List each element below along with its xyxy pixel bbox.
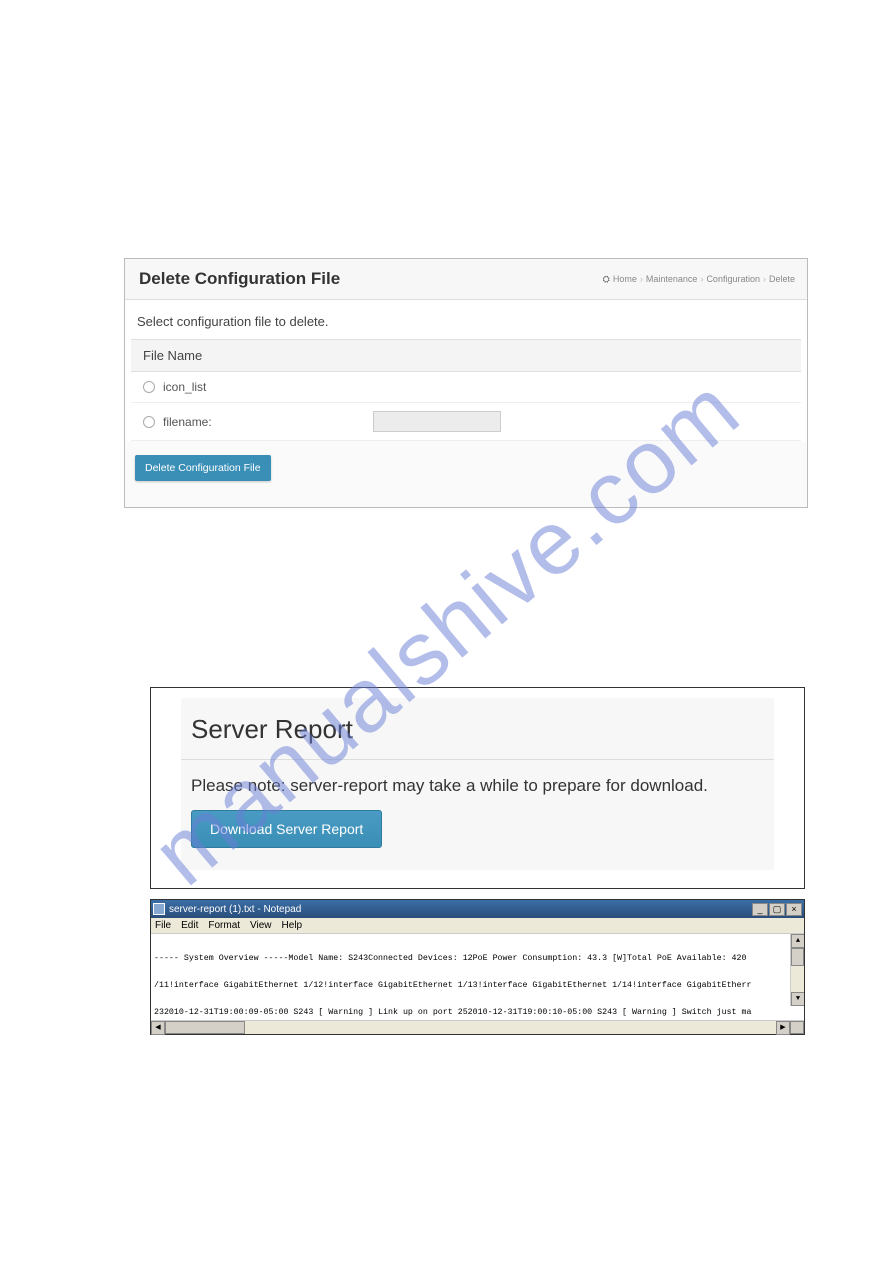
delete-config-panel: Delete Configuration File ⛭ Home › Maint…	[124, 258, 808, 508]
notepad-body: ----- System Overview -----Model Name: S…	[151, 934, 804, 1020]
maximize-button[interactable]: ▢	[769, 903, 785, 916]
menu-format[interactable]: Format	[208, 920, 240, 931]
page-title: Delete Configuration File	[139, 269, 340, 289]
server-report-title: Server Report	[181, 698, 774, 760]
breadcrumb-home[interactable]: Home	[613, 274, 637, 284]
breadcrumb-maintenance[interactable]: Maintenance	[646, 274, 698, 284]
minimize-button[interactable]: _	[752, 903, 768, 916]
vertical-scrollbar[interactable]: ▲ ▼	[790, 934, 804, 1006]
home-icon: ⛭	[603, 274, 610, 285]
scroll-down-icon[interactable]: ▼	[791, 992, 804, 1006]
notepad-text[interactable]: ----- System Overview -----Model Name: S…	[151, 934, 804, 1020]
scroll-up-icon[interactable]: ▲	[791, 934, 804, 948]
breadcrumb-sep: ›	[640, 274, 643, 284]
table-row: icon_list	[131, 372, 801, 403]
menu-help[interactable]: Help	[282, 920, 303, 931]
scroll-left-icon[interactable]: ◀	[151, 1021, 165, 1035]
delete-configuration-button[interactable]: Delete Configuration File	[135, 455, 271, 481]
menu-bar: File Edit Format View Help	[151, 918, 804, 934]
radio-filename[interactable]	[143, 416, 155, 428]
scroll-track[interactable]	[791, 948, 804, 992]
scroll-corner	[790, 1021, 804, 1034]
download-server-report-button[interactable]: Download Server Report	[191, 810, 382, 848]
radio-icon-list[interactable]	[143, 381, 155, 393]
close-button[interactable]: ×	[786, 903, 802, 916]
notepad-window: server-report (1).txt - Notepad _ ▢ × Fi…	[150, 899, 805, 1035]
server-report-note: Please note: server-report may take a wh…	[181, 760, 774, 810]
horizontal-scrollbar[interactable]: ◀ ▶	[151, 1020, 804, 1034]
panel-footer: Delete Configuration File	[125, 441, 807, 507]
log-line: ----- System Overview -----Model Name: S…	[154, 954, 790, 963]
instruction-text: Select configuration file to delete.	[125, 300, 807, 339]
table-row: filename:	[131, 403, 801, 441]
server-report-card: Server Report Please note: server-report…	[181, 698, 774, 870]
menu-edit[interactable]: Edit	[181, 920, 198, 931]
column-header-filename: File Name	[131, 339, 801, 372]
breadcrumb-sep: ›	[763, 274, 766, 284]
filename-input[interactable]	[373, 411, 501, 432]
scroll-right-icon[interactable]: ▶	[776, 1021, 790, 1035]
panel-header: Delete Configuration File ⛭ Home › Maint…	[125, 259, 807, 300]
row-label-filename: filename:	[163, 415, 373, 429]
breadcrumb: ⛭ Home › Maintenance › Configuration › D…	[603, 274, 795, 285]
menu-view[interactable]: View	[250, 920, 272, 931]
server-report-panel: Server Report Please note: server-report…	[150, 687, 805, 889]
log-line: 232010-12-31T19:00:09-05:00 S243 [ Warni…	[154, 1008, 790, 1017]
breadcrumb-current: Delete	[769, 274, 795, 284]
row-label-icon-list: icon_list	[163, 380, 373, 394]
breadcrumb-configuration[interactable]: Configuration	[706, 274, 760, 284]
breadcrumb-sep: ›	[700, 274, 703, 284]
notepad-app-icon	[153, 903, 165, 915]
scroll-track[interactable]	[165, 1021, 776, 1034]
menu-file[interactable]: File	[155, 920, 171, 931]
scroll-thumb[interactable]	[165, 1021, 245, 1034]
log-line: /11!interface GigabitEthernet 1/12!inter…	[154, 981, 790, 990]
scroll-thumb[interactable]	[791, 948, 804, 966]
window-title: server-report (1).txt - Notepad	[169, 904, 751, 915]
window-titlebar: server-report (1).txt - Notepad _ ▢ ×	[151, 900, 804, 918]
